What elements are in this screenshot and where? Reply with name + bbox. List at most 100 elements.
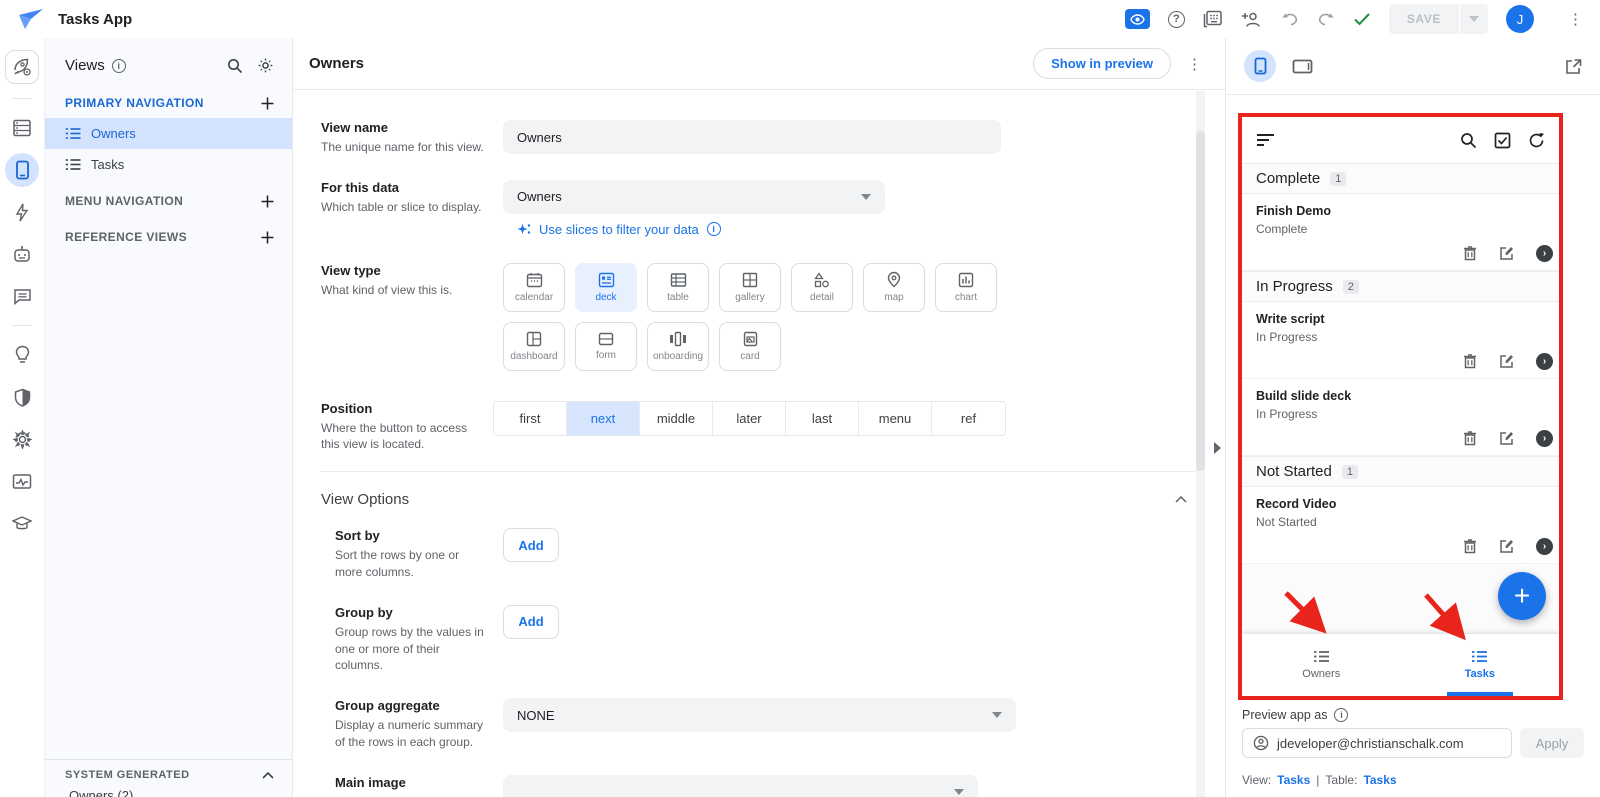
- position-last[interactable]: last: [786, 401, 859, 435]
- views-search-icon[interactable]: [227, 58, 243, 74]
- save-button[interactable]: SAVE: [1388, 4, 1459, 34]
- footer-table-link[interactable]: Tasks: [1363, 773, 1396, 787]
- slices-info-icon[interactable]: i: [706, 222, 721, 237]
- use-slices-link[interactable]: Use slices to filter your data i: [517, 222, 1201, 237]
- group-header-in-progress[interactable]: In Progress 2: [1242, 271, 1559, 302]
- launch-rocket-icon[interactable]: [5, 50, 39, 84]
- add-task-fab[interactable]: +: [1498, 572, 1546, 620]
- sidebar-item-tasks[interactable]: Tasks: [45, 149, 292, 180]
- task-card-write-script[interactable]: Write script In Progress ›: [1242, 302, 1559, 379]
- messages-icon[interactable]: [5, 279, 39, 313]
- edit-pencil-icon[interactable]: [1499, 539, 1514, 554]
- sort-by-add-button[interactable]: Add: [503, 528, 559, 563]
- view-type-chart[interactable]: chart: [935, 262, 997, 312]
- expand-panel-handle-icon[interactable]: [1214, 442, 1221, 454]
- task-card-finish-demo[interactable]: Finish Demo Complete ›: [1242, 194, 1559, 271]
- monitor-activity-icon[interactable]: [5, 464, 39, 498]
- add-reference-view-icon[interactable]: [261, 231, 274, 244]
- scrollbar-thumb[interactable]: [1196, 131, 1205, 471]
- delete-trash-icon[interactable]: [1463, 246, 1477, 261]
- view-type-calendar[interactable]: calendar: [503, 262, 565, 312]
- data-tables-icon[interactable]: [5, 111, 39, 145]
- view-type-deck-selected[interactable]: deck: [575, 262, 637, 312]
- collapse-chevron-up-icon[interactable]: [1175, 496, 1187, 503]
- view-type-detail[interactable]: detail: [791, 262, 853, 312]
- task-card-build-slide-deck[interactable]: Build slide deck In Progress ›: [1242, 379, 1559, 456]
- automation-bolt-icon[interactable]: [5, 195, 39, 229]
- view-name-input[interactable]: [503, 120, 1001, 154]
- edit-pencil-icon[interactable]: [1499, 354, 1514, 369]
- go-to-detail-icon[interactable]: ›: [1536, 353, 1553, 370]
- tab-tasks-selected[interactable]: Tasks: [1401, 634, 1560, 696]
- edit-pencil-icon[interactable]: [1499, 431, 1514, 446]
- delete-trash-icon[interactable]: [1463, 539, 1477, 554]
- search-icon[interactable]: [1460, 132, 1477, 149]
- view-type-map[interactable]: map: [863, 262, 925, 312]
- position-first[interactable]: first: [494, 401, 567, 435]
- chatbot-icon[interactable]: [5, 237, 39, 271]
- phone-preview-toggle[interactable]: [1244, 50, 1276, 82]
- tablet-preview-toggle[interactable]: [1292, 59, 1313, 74]
- user-avatar[interactable]: J: [1506, 5, 1534, 33]
- task-card-record-video[interactable]: Record Video Not Started ›: [1242, 487, 1559, 564]
- main-image-select[interactable]: [503, 774, 978, 797]
- help-icon[interactable]: ?: [1167, 10, 1185, 28]
- add-primary-view-icon[interactable]: [261, 97, 274, 110]
- view-name-label: View name: [321, 120, 388, 135]
- view-type-table[interactable]: table: [647, 262, 709, 312]
- delete-trash-icon[interactable]: [1463, 431, 1477, 446]
- preview-user-email-input[interactable]: jdeveloper@christianschalk.com: [1242, 728, 1512, 758]
- views-info-icon[interactable]: i: [111, 58, 126, 73]
- position-menu[interactable]: menu: [859, 401, 932, 435]
- collapse-chevron-up-icon[interactable]: [262, 771, 274, 779]
- header-more-menu-icon[interactable]: ⋮: [1568, 10, 1584, 28]
- position-later[interactable]: later: [713, 401, 786, 435]
- go-to-detail-icon[interactable]: ›: [1536, 430, 1553, 447]
- settings-gear-icon[interactable]: [5, 422, 39, 456]
- view-type-gallery[interactable]: gallery: [719, 262, 781, 312]
- save-dropdown-button[interactable]: [1460, 4, 1488, 34]
- position-next-selected[interactable]: next: [567, 401, 640, 435]
- go-to-detail-icon[interactable]: ›: [1536, 538, 1553, 555]
- refresh-icon[interactable]: [1528, 132, 1545, 149]
- view-type-onboarding[interactable]: onboarding: [647, 321, 709, 371]
- group-by-add-button[interactable]: Add: [503, 604, 559, 639]
- view-type-form[interactable]: form: [575, 321, 637, 371]
- edit-pencil-icon[interactable]: [1499, 246, 1514, 261]
- learn-graduation-icon[interactable]: [5, 506, 39, 540]
- menu-icon[interactable]: [1256, 133, 1275, 147]
- preview-toggle-eye-icon[interactable]: [1124, 9, 1150, 29]
- editor-scrollbar[interactable]: [1196, 91, 1205, 797]
- tab-label: Owners: [1302, 668, 1341, 680]
- view-type-card[interactable]: card: [719, 321, 781, 371]
- intelligence-bulb-icon[interactable]: [5, 338, 39, 372]
- preview-app-as-info-icon[interactable]: i: [1334, 708, 1349, 722]
- add-user-icon[interactable]: [1241, 11, 1263, 28]
- keyboard-shortcuts-icon[interactable]: [1203, 10, 1223, 28]
- go-to-detail-icon[interactable]: ›: [1536, 245, 1553, 262]
- security-shield-icon[interactable]: [5, 380, 39, 414]
- footer-view-link[interactable]: Tasks: [1277, 773, 1310, 787]
- views-settings-gear-icon[interactable]: [257, 57, 274, 74]
- delete-trash-icon[interactable]: [1463, 354, 1477, 369]
- add-menu-view-icon[interactable]: [261, 195, 274, 208]
- undo-icon[interactable]: [1281, 12, 1299, 26]
- position-middle[interactable]: middle: [640, 401, 713, 435]
- redo-icon[interactable]: [1317, 12, 1335, 26]
- group-header-complete[interactable]: Complete 1: [1242, 163, 1559, 194]
- system-generated-item[interactable]: Owners (2): [45, 785, 292, 797]
- view-options-header[interactable]: View Options: [321, 472, 1201, 528]
- apply-button[interactable]: Apply: [1520, 728, 1584, 758]
- editor-more-menu-icon[interactable]: ⋮: [1187, 55, 1203, 73]
- views-phone-icon[interactable]: [5, 153, 39, 187]
- for-this-data-select[interactable]: Owners: [503, 179, 885, 214]
- group-header-not-started[interactable]: Not Started 1: [1242, 456, 1559, 487]
- show-in-preview-button[interactable]: Show in preview: [1033, 48, 1171, 79]
- sidebar-item-owners[interactable]: Owners: [45, 118, 292, 149]
- view-type-dashboard[interactable]: dashboard: [503, 321, 565, 371]
- tab-owners[interactable]: Owners: [1242, 634, 1401, 696]
- group-aggregate-select[interactable]: NONE: [503, 698, 1016, 733]
- position-ref[interactable]: ref: [932, 401, 1005, 435]
- open-in-new-icon[interactable]: [1565, 58, 1582, 75]
- multi-select-checkbox-icon[interactable]: [1494, 132, 1511, 149]
